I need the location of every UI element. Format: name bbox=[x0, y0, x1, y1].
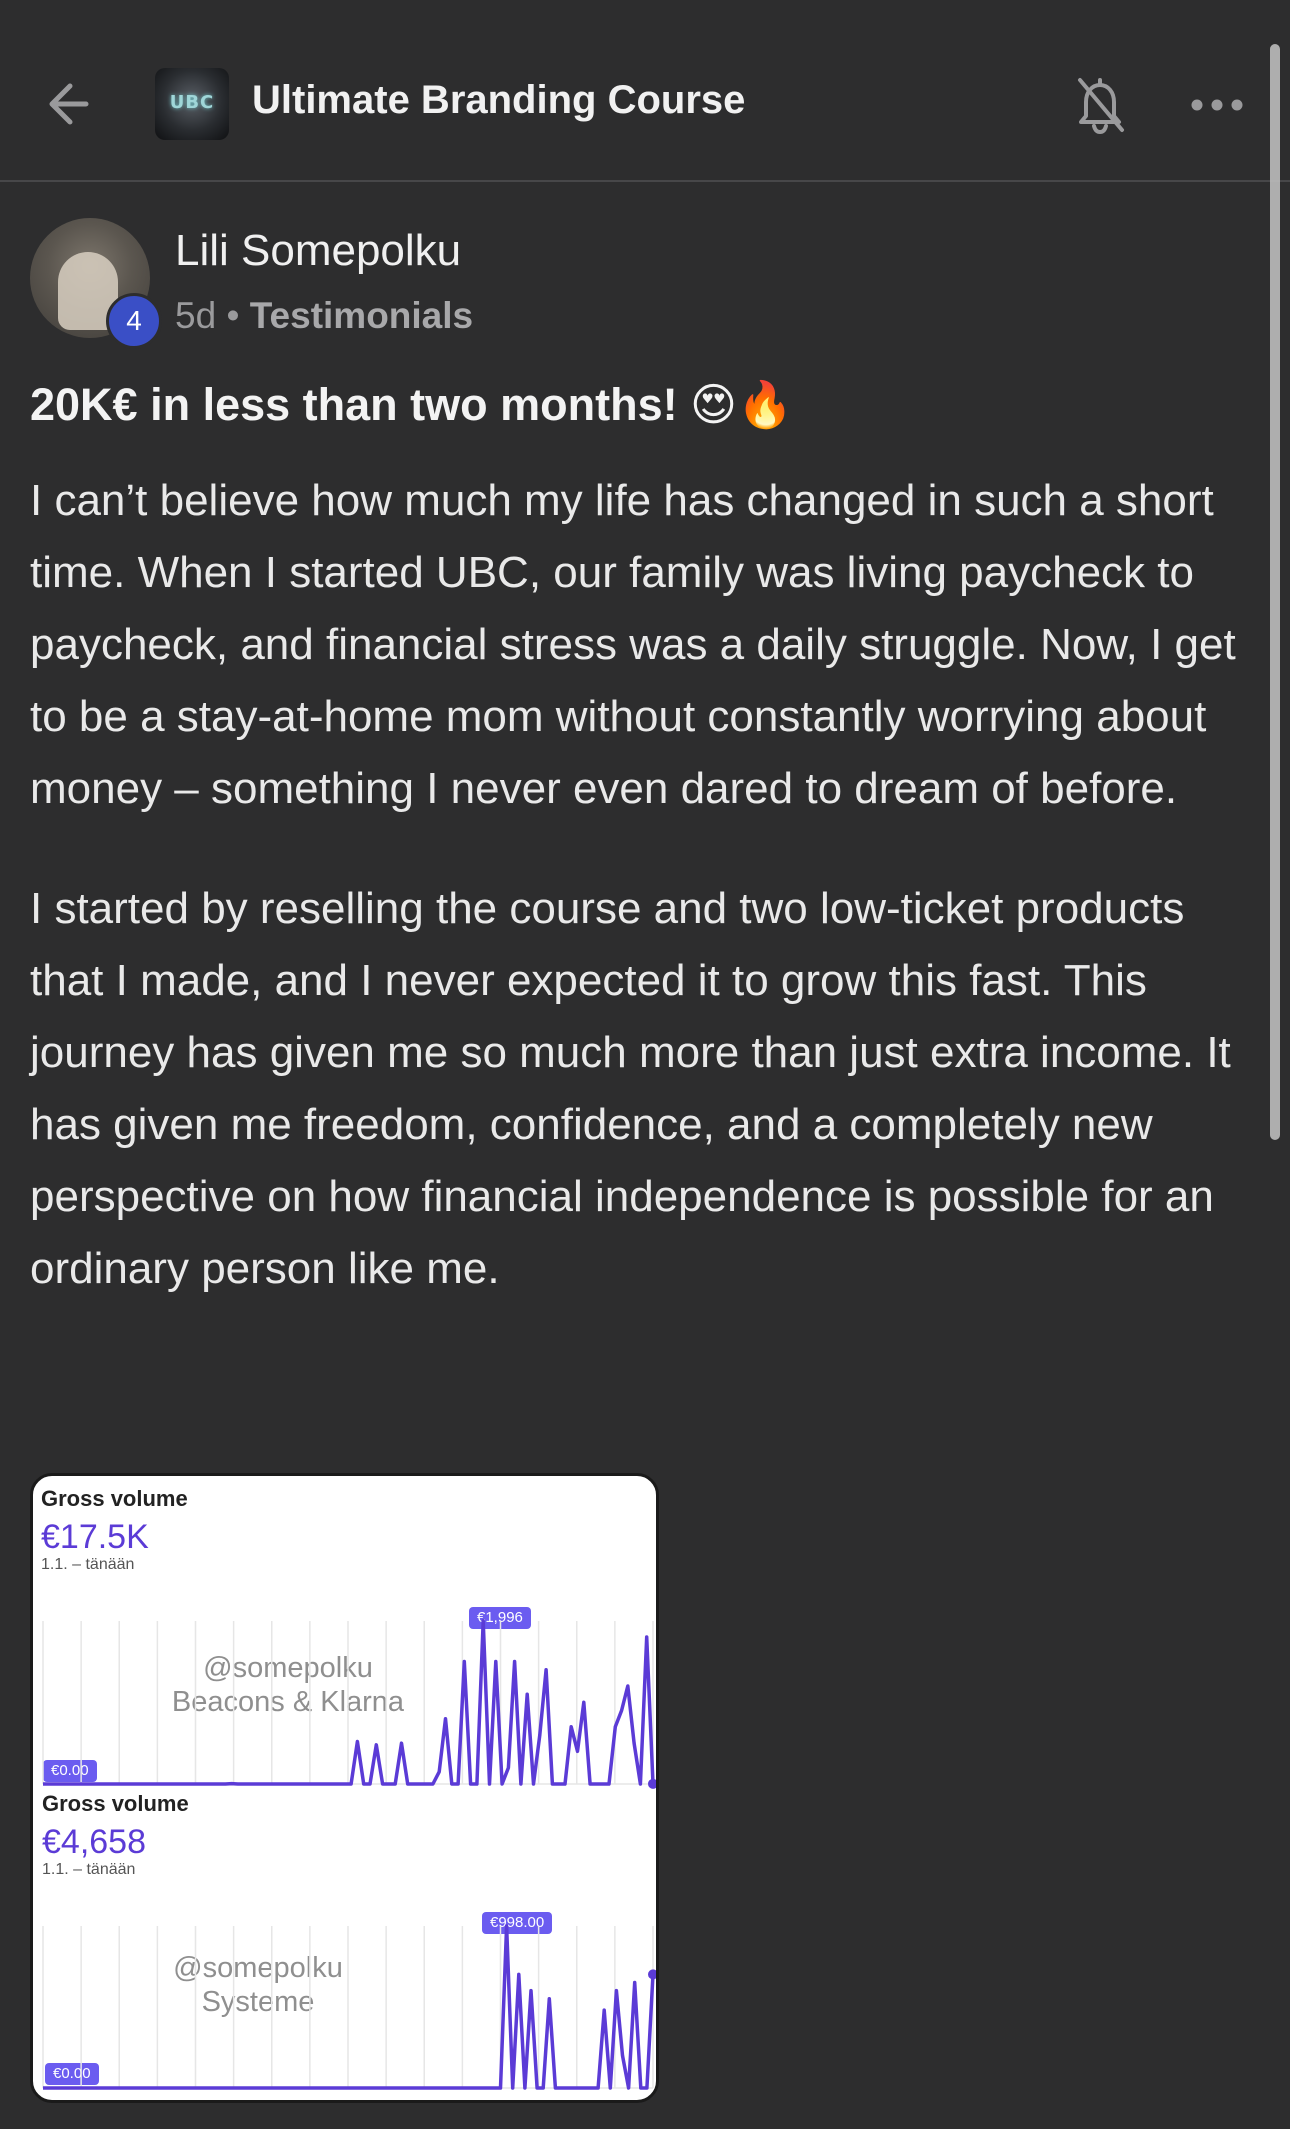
bell-off-icon bbox=[1078, 78, 1124, 134]
group-logo-text: UBC bbox=[169, 92, 215, 113]
meta-separator: • bbox=[226, 295, 240, 336]
app-header: UBC Ultimate Branding Course bbox=[0, 0, 1290, 182]
level-badge: 4 bbox=[106, 293, 162, 349]
arrow-left-icon bbox=[49, 83, 89, 125]
group-title[interactable]: Ultimate Branding Course bbox=[252, 78, 745, 123]
post-paragraph: I started by reselling the course and tw… bbox=[30, 884, 1231, 1293]
group-logo[interactable]: UBC bbox=[155, 68, 229, 140]
more-options-button[interactable] bbox=[1188, 90, 1246, 120]
back-button[interactable] bbox=[42, 68, 106, 132]
more-horizontal-icon bbox=[1191, 99, 1243, 111]
post-meta: 5d • Testimonials bbox=[175, 295, 473, 337]
attached-image[interactable]: Gross volume €17.5K 1.1. – tänään @somep… bbox=[30, 1473, 659, 2103]
chart-endpoint bbox=[648, 1969, 656, 1980]
chart-lines bbox=[42, 1619, 656, 2090]
scrollbar[interactable] bbox=[1270, 44, 1280, 1140]
post-paragraph: I can’t believe how much my life has cha… bbox=[30, 476, 1236, 813]
post-category[interactable]: Testimonials bbox=[250, 295, 473, 336]
author-name[interactable]: Lili Somepolku bbox=[175, 226, 461, 276]
post-body: I can’t believe how much my life has cha… bbox=[30, 465, 1260, 1353]
notifications-button[interactable] bbox=[1072, 72, 1128, 136]
post-title: 20K€ in less than two months! 😍🔥 bbox=[30, 379, 794, 430]
chart-endpoint bbox=[648, 1778, 656, 1789]
post-time: 5d bbox=[175, 295, 217, 336]
